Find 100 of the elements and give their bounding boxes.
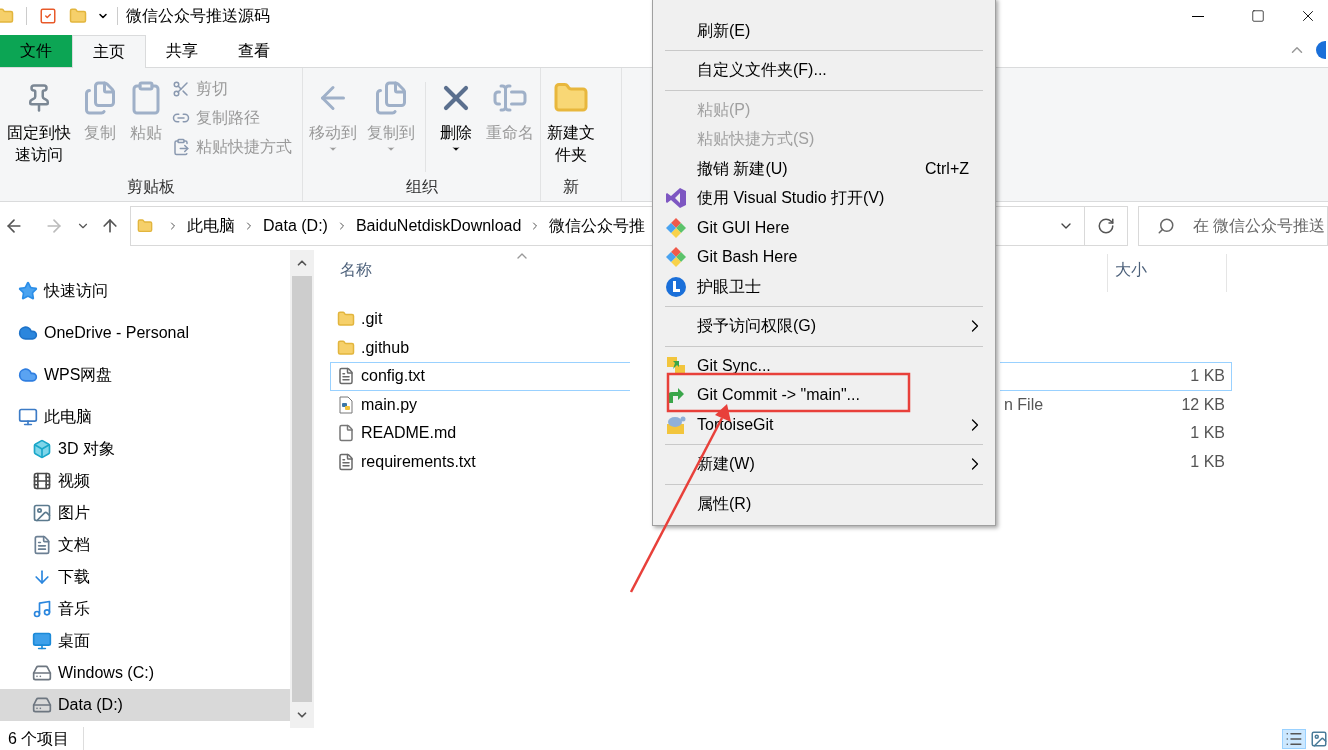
- film-icon: [32, 471, 52, 491]
- nav-item[interactable]: Data (D:): [0, 689, 290, 721]
- file-size: 12 KB: [1181, 394, 1225, 415]
- nav-item[interactable]: 图片: [0, 497, 290, 529]
- diamond-icon: [665, 246, 687, 269]
- nav-label: 音乐: [58, 599, 90, 619]
- nav-item[interactable]: OneDrive - Personal: [0, 317, 290, 349]
- folder-icon: [337, 338, 355, 357]
- nav-label: 快速访问: [44, 281, 108, 301]
- file-size: 1 KB: [1190, 451, 1225, 472]
- file-name: config.txt: [361, 366, 426, 387]
- ribbon-tab[interactable]: 共享: [146, 35, 218, 67]
- nav-item[interactable]: 桌面: [0, 625, 290, 657]
- breadcrumb[interactable]: Data (D:): [263, 214, 328, 238]
- menu-item[interactable]: Git GUI Here: [653, 213, 995, 243]
- folder-icon: [137, 218, 153, 234]
- menu-item[interactable]: Git Commit -> "main"...: [653, 380, 995, 410]
- group-label: 组织: [404, 177, 439, 197]
- caret-icon: [328, 144, 338, 154]
- nav-item[interactable]: 下载: [0, 561, 290, 593]
- copy-icon: [82, 80, 118, 116]
- search-field[interactable]: 在 微信公众号推送: [1138, 206, 1328, 246]
- nav-item[interactable]: 此电脑: [0, 401, 290, 433]
- menu-item[interactable]: 刷新(E): [653, 16, 995, 46]
- nav-label: Data (D:): [58, 695, 123, 715]
- breadcrumb[interactable]: 微信公众号推: [549, 214, 646, 238]
- scissors-icon: [172, 79, 190, 98]
- ribbon-button[interactable]: 新建文件夹: [543, 74, 599, 166]
- nav-label: 下载: [58, 567, 90, 587]
- desktop-icon: [32, 631, 52, 651]
- ribbon-tab[interactable]: 查看: [218, 35, 290, 67]
- details-view-icon[interactable]: [1282, 729, 1306, 749]
- maximize-icon: [1251, 9, 1265, 23]
- menu-item[interactable]: 授予访问权限(G): [653, 311, 995, 341]
- python-file-icon: [337, 395, 355, 414]
- diamond-icon: [665, 216, 687, 239]
- ribbon-button[interactable]: 固定到快速访问: [2, 74, 76, 166]
- nav-item[interactable]: 音乐: [0, 593, 290, 625]
- breadcrumb[interactable]: 此电脑: [187, 214, 235, 238]
- nav-label: 3D 对象: [58, 439, 115, 459]
- drive-icon: [32, 663, 52, 683]
- menu-item[interactable]: 护眼卫士: [653, 272, 995, 302]
- search-icon: [1157, 217, 1175, 235]
- file-icon: [337, 424, 355, 443]
- copy-to-icon: [373, 80, 409, 116]
- vs-icon: [665, 187, 687, 210]
- thumbnail-view-icon[interactable]: [1310, 730, 1328, 748]
- paste-icon: [172, 137, 190, 156]
- nav-label: 桌面: [58, 631, 90, 651]
- refresh-icon[interactable]: [1097, 217, 1115, 235]
- nav-label: WPS网盘: [44, 365, 113, 385]
- folder-icon: [337, 310, 355, 329]
- window-title: 微信公众号推送源码: [126, 6, 270, 26]
- caret-icon: [451, 144, 461, 154]
- cloud-icon: [18, 365, 38, 385]
- nav-item[interactable]: 3D 对象: [0, 433, 290, 465]
- help-icon[interactable]: [1316, 40, 1326, 59]
- group-label: 新: [562, 177, 580, 197]
- nav-item[interactable]: Windows (C:): [0, 657, 290, 689]
- menu-item[interactable]: 自定义文件夹(F)...: [653, 55, 995, 85]
- nav-item[interactable]: 快速访问: [0, 275, 290, 307]
- file-name: .git: [361, 309, 383, 330]
- ribbon-button[interactable]: 删除: [432, 74, 480, 154]
- scrollbar[interactable]: [290, 250, 314, 728]
- file-row[interactable]: .github: [330, 333, 630, 362]
- nav-label: 此电脑: [44, 407, 92, 427]
- nav-item[interactable]: 文档: [0, 529, 290, 561]
- document-icon: [32, 535, 52, 555]
- properties-icon[interactable]: [39, 7, 57, 25]
- file-row[interactable]: .git: [330, 305, 630, 334]
- image-icon: [32, 503, 52, 523]
- file-row[interactable]: requirements.txt: [330, 447, 630, 476]
- caret-icon: [386, 144, 396, 154]
- file-row[interactable]: main.py: [330, 390, 630, 419]
- file-row[interactable]: README.md: [330, 419, 630, 448]
- ribbon-tab[interactable]: 主页: [72, 35, 146, 68]
- item-count: 6 个项目: [0, 727, 85, 750]
- star-icon: [18, 281, 38, 301]
- file-name: .github: [361, 337, 410, 358]
- menu-item[interactable]: 撤销 新建(U) Ctrl+Z: [653, 154, 995, 184]
- column-header[interactable]: 大小: [1107, 254, 1227, 292]
- nav-label: Windows (C:): [58, 663, 154, 683]
- file-size: 1 KB: [1190, 366, 1225, 387]
- ribbon-tab[interactable]: 文件: [0, 35, 72, 67]
- scroll-thumb[interactable]: [292, 276, 312, 702]
- file-row[interactable]: config.txt: [330, 362, 630, 391]
- nav-label: 图片: [58, 503, 90, 523]
- nav-item[interactable]: 视频: [0, 465, 290, 497]
- group-label: 剪贴板: [126, 177, 176, 197]
- music-icon: [32, 599, 52, 619]
- file-name: requirements.txt: [361, 451, 476, 472]
- nav-item[interactable]: WPS网盘: [0, 359, 290, 391]
- shield-icon: [665, 275, 687, 298]
- shortcut: Ctrl+Z: [925, 158, 969, 179]
- drive-icon: [32, 695, 52, 715]
- menu-item[interactable]: Git Sync...: [653, 351, 995, 381]
- breadcrumb[interactable]: BaiduNetdiskDownload: [355, 214, 522, 238]
- menu-item[interactable]: 属性(R): [653, 489, 995, 519]
- arrow-icon: [666, 385, 686, 406]
- computer-icon: [18, 407, 38, 427]
